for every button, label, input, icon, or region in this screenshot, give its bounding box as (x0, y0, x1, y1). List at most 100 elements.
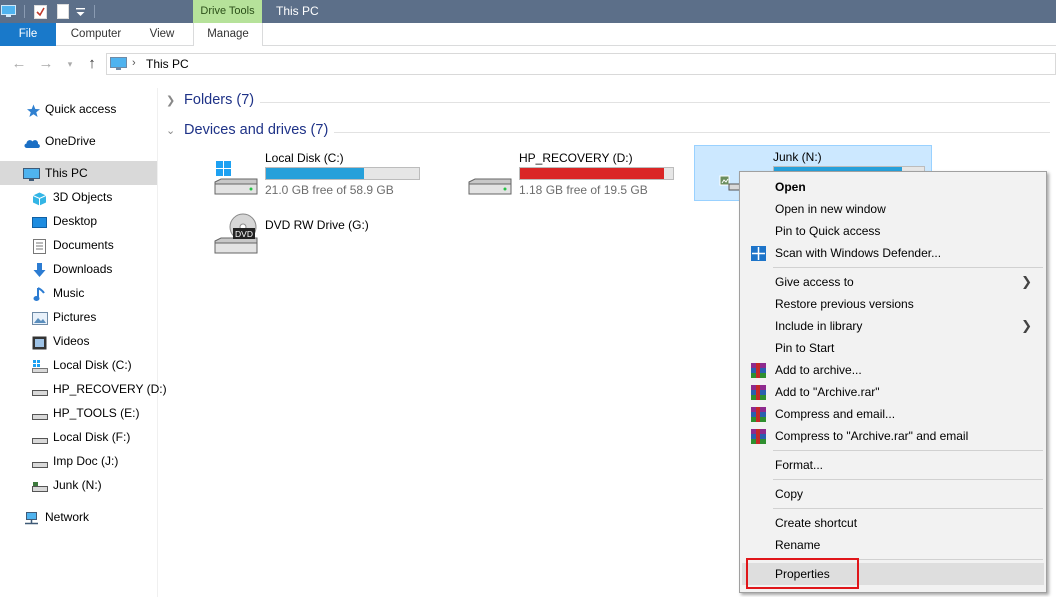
computer-icon[interactable] (1, 5, 16, 21)
menu-separator (773, 479, 1043, 480)
winrar-icon (751, 429, 766, 444)
menu-item-label: Rename (775, 538, 821, 552)
sidebar-item-label: Junk (N:) (53, 478, 102, 492)
sidebar-item-label: Desktop (53, 214, 98, 228)
chevron-right-icon: ❯ (166, 95, 176, 107)
tab-manage[interactable]: Manage (193, 23, 263, 46)
drive-usage-bar (265, 167, 420, 180)
drive-icon (32, 382, 48, 396)
music-icon (33, 286, 48, 301)
star-icon (26, 102, 41, 117)
drive-tools-context-tab: Drive Tools (193, 0, 262, 23)
windows-drive-icon (32, 358, 48, 373)
sidebar-item-3d-objects[interactable]: 3D Objects (0, 185, 157, 209)
menu-item-compress-rar-email[interactable]: Compress to "Archive.rar" and email (742, 425, 1044, 447)
breadcrumb-this-pc[interactable]: This PC (146, 57, 189, 71)
sidebar-item-label: Pictures (53, 310, 97, 324)
sidebar-item-label: Network (45, 510, 90, 524)
sidebar-item-label: 3D Objects (53, 190, 113, 204)
menu-item-label: Add to archive... (775, 363, 862, 377)
menu-item-restore-versions[interactable]: Restore previous versions (742, 293, 1044, 315)
customize-qat-icon[interactable] (76, 6, 85, 20)
defender-icon (751, 246, 766, 261)
sidebar-item-hp-tools-e[interactable]: HP_TOOLS (E:) (0, 401, 157, 425)
menu-item-pin-start[interactable]: Pin to Start (742, 337, 1044, 359)
sidebar-item-videos[interactable]: Videos (0, 329, 157, 353)
winrar-icon (751, 363, 766, 378)
network-drive-icon (719, 172, 741, 199)
devices-group-header[interactable]: ⌄ Devices and drives (7) (166, 122, 328, 142)
forward-icon[interactable]: → (36, 54, 56, 74)
menu-item-label: Pin to Start (775, 341, 835, 355)
ribbon-tabs: File Computer View Manage (0, 23, 1056, 46)
menu-item-add-archive[interactable]: Add to archive... (742, 359, 1044, 381)
video-icon (32, 334, 47, 350)
properties-icon[interactable] (34, 4, 47, 22)
sidebar-item-label: Documents (53, 238, 114, 252)
drive-tile-d[interactable]: HP_RECOVERY (D:) 1.18 GB free of 19.5 GB (467, 150, 682, 206)
menu-item-format[interactable]: Format... (742, 454, 1044, 476)
sidebar-item-pictures[interactable]: Pictures (0, 305, 157, 329)
sidebar-item-network[interactable]: Network (0, 505, 157, 529)
navigation-bar: ← → ▾ ↑ › This PC (0, 50, 1056, 78)
menu-item-open-new-window[interactable]: Open in new window (742, 198, 1044, 220)
sidebar-item-documents[interactable]: Documents (0, 233, 157, 257)
cube-icon (32, 190, 47, 206)
menu-item-label: Add to "Archive.rar" (775, 385, 880, 399)
drive-name: Junk (N:) (773, 150, 822, 164)
menu-item-open[interactable]: Open (742, 176, 1044, 198)
breadcrumb-chevron-icon[interactable]: › (132, 57, 136, 69)
drive-tile-g[interactable]: DVD DVD RW Drive (G:) (213, 213, 428, 273)
sidebar-item-imp-doc-j[interactable]: Imp Doc (J:) (0, 449, 157, 473)
sidebar-item-this-pc[interactable]: This PC (0, 161, 157, 185)
menu-separator (773, 267, 1043, 268)
computer-icon (23, 166, 40, 181)
back-icon[interactable]: ← (9, 54, 29, 74)
tab-computer[interactable]: Computer (62, 23, 130, 46)
sidebar-item-desktop[interactable]: Desktop (0, 209, 157, 233)
sidebar-item-label: Quick access (45, 102, 117, 116)
folders-group-header[interactable]: ❯ Folders (7) (166, 92, 254, 112)
drive-tile-c[interactable]: Local Disk (C:) 21.0 GB free of 58.9 GB (213, 150, 428, 206)
sidebar-item-music[interactable]: Music (0, 281, 157, 305)
winrar-icon (751, 385, 766, 400)
sidebar-item-junk-n[interactable]: Junk (N:) (0, 473, 157, 497)
menu-item-copy[interactable]: Copy (742, 483, 1044, 505)
menu-item-compress-email[interactable]: Compress and email... (742, 403, 1044, 425)
recent-locations-icon[interactable]: ▾ (60, 54, 80, 74)
menu-item-rename[interactable]: Rename (742, 534, 1044, 556)
document-icon (33, 238, 48, 254)
menu-item-create-shortcut[interactable]: Create shortcut (742, 512, 1044, 534)
window-title: This PC (276, 4, 319, 18)
sidebar-item-local-disk-c[interactable]: Local Disk (C:) (0, 353, 157, 377)
menu-item-label: Scan with Windows Defender... (775, 246, 942, 260)
menu-item-add-archive-rar[interactable]: Add to "Archive.rar" (742, 381, 1044, 403)
menu-item-scan-defender[interactable]: Scan with Windows Defender... (742, 242, 1044, 264)
menu-item-label: Copy (775, 487, 804, 501)
drive-name: Local Disk (C:) (265, 151, 344, 165)
windows-drive-icon (213, 160, 259, 196)
menu-item-label: Open (775, 180, 806, 194)
menu-item-label: Pin to Quick access (775, 224, 881, 238)
up-icon[interactable]: ↑ (82, 54, 102, 74)
address-bar[interactable]: › This PC (106, 53, 1056, 75)
sidebar-item-label: Downloads (53, 262, 113, 276)
network-drive-icon (32, 478, 48, 492)
sidebar-item-hp-recovery-d[interactable]: HP_RECOVERY (D:) (0, 377, 167, 401)
sidebar-item-downloads[interactable]: Downloads (0, 257, 157, 281)
tab-view[interactable]: View (136, 23, 188, 46)
divider (334, 132, 1050, 133)
menu-item-label: Create shortcut (775, 516, 858, 530)
sidebar-item-onedrive[interactable]: OneDrive (0, 129, 157, 153)
drive-name: DVD RW Drive (G:) (265, 218, 369, 232)
sidebar-item-local-disk-f[interactable]: Local Disk (F:) (0, 425, 157, 449)
context-menu: Open Open in new window Pin to Quick acc… (739, 171, 1047, 593)
devices-group-label: Devices and drives (7) (184, 122, 329, 138)
menu-item-pin-quick-access[interactable]: Pin to Quick access (742, 220, 1044, 242)
sidebar-item-quick-access[interactable]: Quick access (0, 97, 157, 121)
new-folder-icon[interactable] (57, 4, 69, 22)
menu-item-give-access[interactable]: Give access to ❯ (742, 271, 1044, 293)
picture-icon (32, 310, 48, 325)
menu-item-include-library[interactable]: Include in library ❯ (742, 315, 1044, 337)
tab-file[interactable]: File (0, 23, 56, 46)
